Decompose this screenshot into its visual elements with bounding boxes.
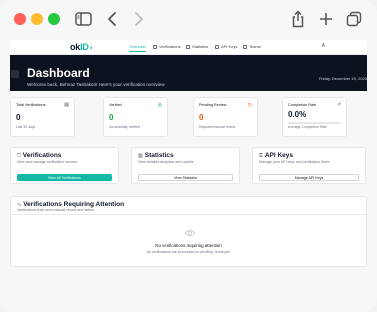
stat-card-total: Total Verifications ▤ 0 Last 30 days: [10, 97, 75, 137]
stat-label: Verified: [109, 103, 122, 107]
empty-state-subtitle: All verifications are processed or pendi…: [146, 250, 231, 254]
divider: [11, 214, 366, 215]
stat-label: Total Verifications: [16, 103, 46, 107]
stat-label: Completion Rate: [288, 103, 317, 107]
check-circle-icon: ◎: [157, 102, 162, 108]
stat-value: 0.0%: [288, 110, 307, 119]
card-title: Statistics: [144, 152, 174, 159]
logo[interactable]: okID›: [70, 42, 92, 52]
nav-item-api-keys[interactable]: API Keys: [215, 44, 237, 49]
panel-description: Verifications that need manual review an…: [17, 208, 95, 212]
verifications-card: ⛉ Verifications View and manage verificat…: [10, 147, 119, 184]
maximize-window-button[interactable]: [48, 13, 60, 25]
stat-value: 0: [199, 113, 204, 122]
activity-icon: ∿: [17, 201, 22, 208]
dashboard-header: Dashboard Welcome back, Behnaz Tashakori…: [10, 55, 367, 91]
key-icon: [215, 44, 219, 49]
shield-icon: ⛉: [17, 152, 21, 159]
new-tab-icon[interactable]: [317, 9, 335, 29]
share-icon[interactable]: [290, 9, 306, 29]
nav-item-label: Overview: [129, 44, 146, 49]
panel-title: Verifications Requiring Attention: [23, 201, 125, 208]
minimize-window-button[interactable]: [31, 13, 43, 25]
stat-card-completion: Completion Rate ↗ 0.0% Average Completio…: [282, 97, 347, 137]
welcome-text: Welcome back, Behnaz Tashakori! Here's y…: [27, 82, 165, 87]
users-icon: [243, 44, 247, 49]
card-title: Verifications: [22, 152, 62, 159]
chart-icon: ▥: [138, 152, 143, 159]
stat-caption: Average Completion Rate: [288, 125, 327, 129]
statistics-card: ▥ Statistics View detailed analytics and …: [131, 147, 240, 184]
attention-panel: ∿ Verifications Requiring Attention Verif…: [10, 196, 367, 267]
manage-api-keys-button[interactable]: Manage API Keys: [259, 174, 359, 181]
view-all-verifications-button[interactable]: View All Verifications: [17, 174, 112, 181]
app-navbar: okID› Overview Verifications Statistics …: [10, 40, 367, 55]
shield-icon: [153, 44, 157, 49]
browser-window: okID› Overview Verifications Statistics …: [0, 0, 377, 312]
stat-caption: Successfully verified: [109, 125, 140, 129]
nav-item-teams[interactable]: Teams: [243, 44, 261, 49]
card-description: View detailed analytics and reports: [138, 160, 194, 164]
dashboard-icon: [11, 70, 19, 78]
browser-toolbar: [0, 0, 377, 40]
page-title: Dashboard: [27, 66, 90, 80]
chart-icon: [186, 44, 190, 49]
stat-label: Pending Review: [199, 103, 227, 107]
nav-item-label: Teams: [249, 44, 261, 49]
empty-state-title: No verifications requiring attention: [155, 243, 222, 248]
nav-item-statistics[interactable]: Statistics: [186, 44, 208, 49]
eye-icon: [184, 229, 196, 239]
stat-caption: Last 30 days: [16, 125, 36, 129]
card-title: API Keys: [264, 152, 293, 159]
user-menu-button[interactable]: A: [322, 43, 325, 49]
nav-item-label: API Keys: [221, 44, 238, 49]
completion-progress-bar: [288, 122, 341, 124]
sidebar-toggle-icon[interactable]: [73, 9, 93, 29]
current-date: Friday, December 19, 2025: [318, 76, 367, 81]
stat-card-pending: Pending Review ◷ 0 Requires manual revie…: [193, 97, 258, 137]
key-icon: ⚿: [259, 152, 263, 159]
nav-item-label: Statistics: [192, 44, 209, 49]
forward-icon[interactable]: [132, 9, 146, 29]
back-icon[interactable]: [105, 9, 119, 29]
close-window-button[interactable]: [14, 13, 26, 25]
stat-card-verified: Verified ◎ 0 Successfully verified: [103, 97, 168, 137]
trend-up-icon: ↗: [336, 102, 341, 108]
stat-value: 0: [109, 113, 114, 122]
nav-item-overview[interactable]: Overview: [129, 44, 146, 52]
api-keys-card: ⚿ API Keys Manage your API keys and verif…: [252, 147, 366, 184]
tab-overview-icon[interactable]: [345, 9, 363, 29]
view-statistics-button[interactable]: View Statistics: [138, 174, 233, 181]
card-description: Manage your API keys and verification fl…: [259, 160, 330, 164]
card-description: View and manage verification records: [17, 160, 77, 164]
nav-item-label: Verifications: [159, 44, 181, 49]
clock-icon: ◷: [247, 102, 252, 108]
document-icon: ▤: [64, 102, 69, 108]
stat-value: 0: [16, 113, 21, 122]
stat-caption: Requires manual review: [199, 125, 236, 129]
nav-item-verifications[interactable]: Verifications: [153, 44, 181, 49]
